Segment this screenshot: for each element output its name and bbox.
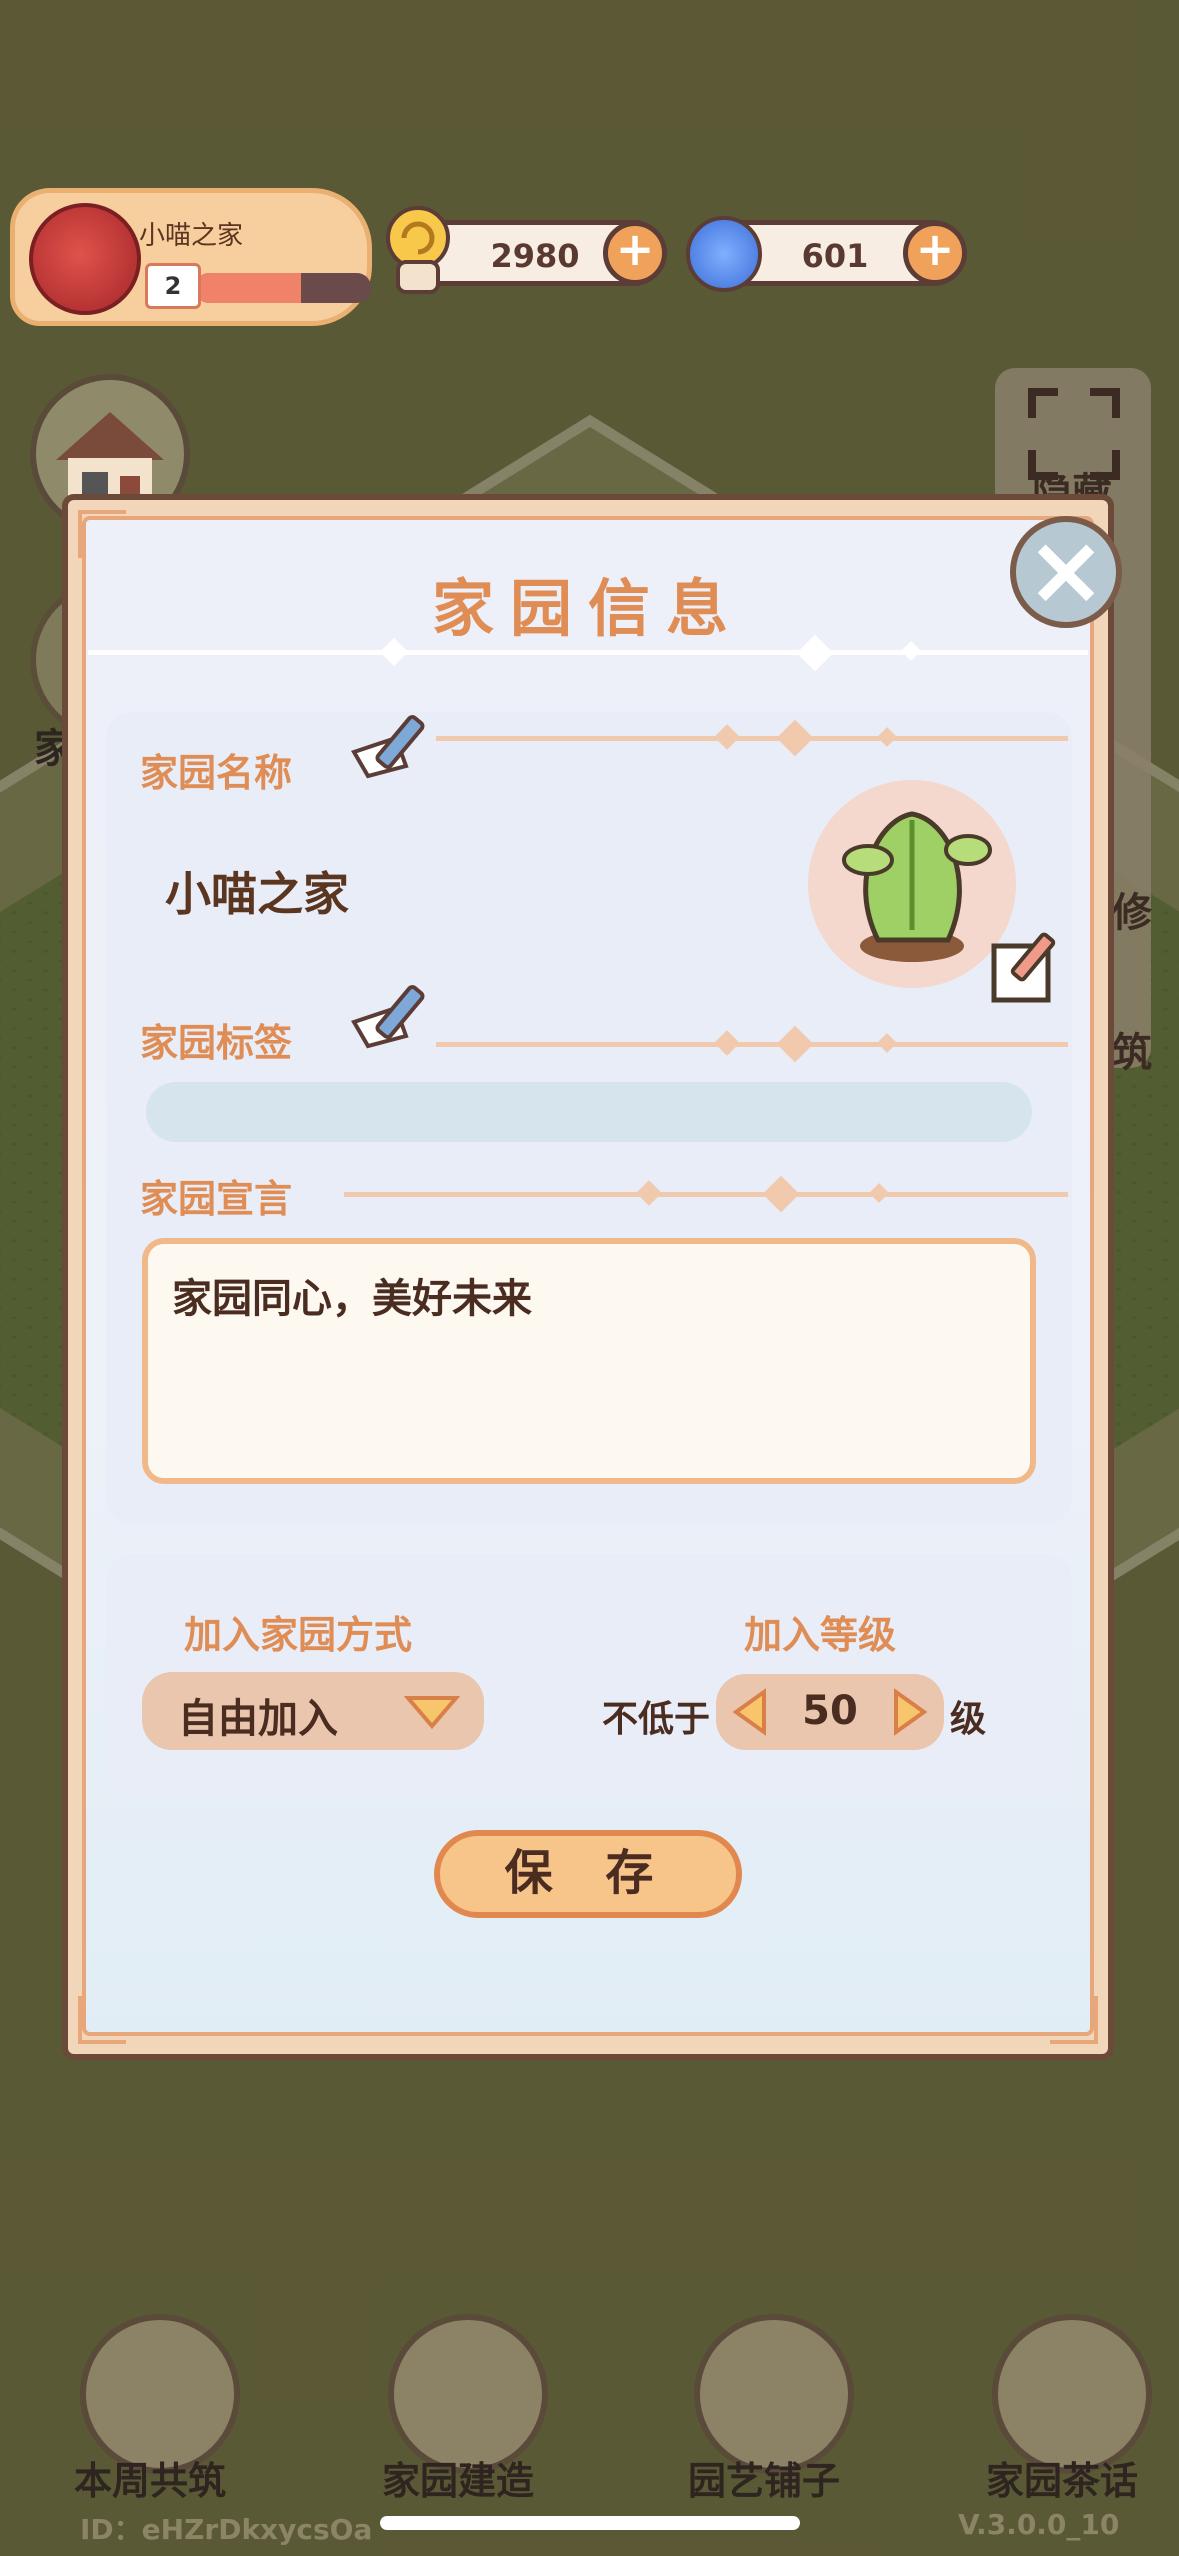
add-coin-button[interactable]: + (603, 221, 667, 285)
close-button[interactable]: × (1010, 516, 1122, 628)
nav-weekly-build[interactable]: 本周共筑 (50, 2314, 250, 2524)
swirl-gem-icon (686, 216, 762, 292)
dialog-title: 家园信息 (431, 572, 744, 645)
chevron-down-icon (403, 1694, 461, 1734)
nav-garden-shop[interactable]: 园艺铺子 (664, 2314, 864, 2524)
home-tag-label: 家园标签 (140, 1021, 293, 1065)
rose-icon (29, 203, 141, 315)
edit-tag-icon[interactable] (350, 970, 440, 1054)
hud-home-name: 小喵之家 (139, 221, 244, 251)
join-method-select[interactable]: 自由加入 (142, 1672, 484, 1750)
edit-name-icon[interactable] (350, 700, 440, 784)
nav-label: 园艺铺子 (687, 2459, 840, 2503)
player-id: ID：eHZrDkxycsOa (80, 2513, 373, 2546)
nav-home-build[interactable]: 家园建造 (358, 2314, 558, 2524)
increase-level-button[interactable] (890, 1688, 930, 1740)
level-stepper: 50 (716, 1674, 944, 1750)
home-tag-field[interactable] (146, 1082, 1032, 1142)
nav-label: 家园建造 (381, 2459, 534, 2503)
plant-icon (842, 811, 992, 962)
home-level-bar (195, 273, 371, 303)
edit-avatar-icon[interactable] (990, 928, 1066, 1008)
home-name-label: 家园名称 (140, 751, 293, 795)
nav-label: 家园茶话 (985, 2459, 1138, 2503)
level-suffix: 级 (950, 1699, 987, 1740)
nav-home-chat[interactable]: 家园茶话 (962, 2314, 1162, 2524)
level-prefix: 不低于 (602, 1699, 711, 1740)
repair-button-label[interactable]: 修 (1112, 880, 1152, 938)
join-method-label: 加入家园方式 (184, 1613, 413, 1657)
home-avatar[interactable] (808, 780, 1016, 988)
snail-coin-icon (382, 200, 452, 300)
home-indicator (380, 2516, 800, 2530)
home-info-card[interactable]: 小喵之家 2 (10, 188, 372, 326)
home-name-value: 小喵之家 (165, 867, 349, 921)
join-level-label: 加入等级 (744, 1613, 897, 1657)
build-button-label[interactable]: 筑 (1112, 1020, 1152, 1078)
add-gem-button[interactable]: + (903, 221, 967, 285)
save-button[interactable]: 保 存 (434, 1830, 742, 1918)
join-method-value: 自由加入 (178, 1696, 338, 1742)
manifesto-label: 家园宣言 (140, 1177, 293, 1221)
title-divider (88, 650, 1088, 655)
manifesto-textarea[interactable]: 家园同心，美好未来 (142, 1238, 1036, 1484)
nav-label: 本周共筑 (73, 2459, 226, 2503)
home-level-badge: 2 (145, 263, 201, 309)
version-label: V.3.0.0_10 (958, 2508, 1120, 2541)
